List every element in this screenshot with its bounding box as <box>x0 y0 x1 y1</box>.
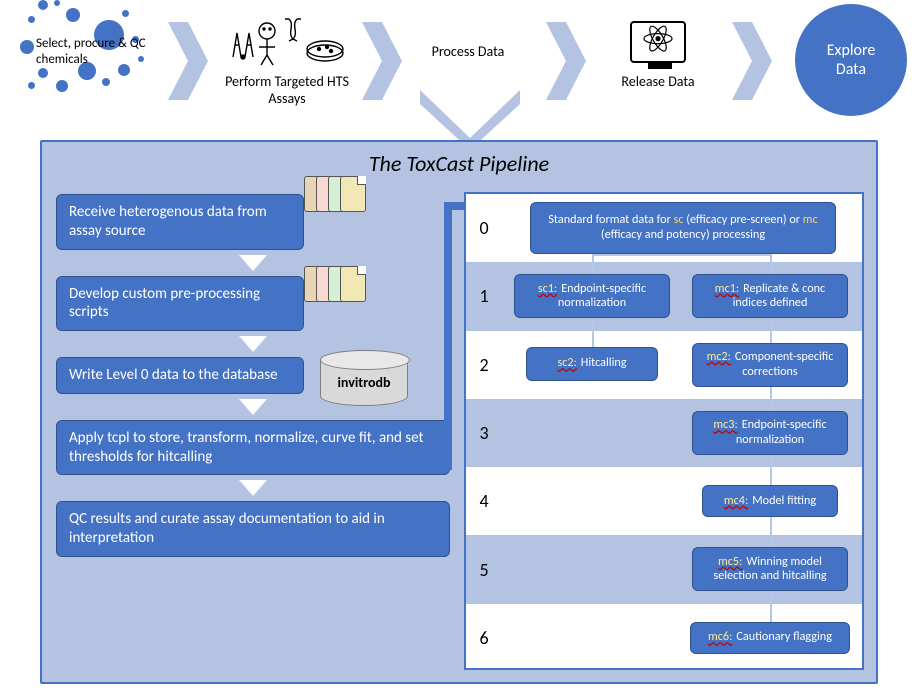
stage-3-label: Process Data <box>408 44 528 61</box>
lab-icon <box>212 12 362 70</box>
l0-text-c: (efficacy and potency) processing <box>601 227 765 242</box>
down-arrow-icon <box>239 399 267 415</box>
level-number: 1 <box>466 262 502 330</box>
stage-4-label: Release Data <box>598 74 718 91</box>
level-number: 0 <box>466 194 502 262</box>
l0-text-b: (efficacy pre-screen) or <box>684 212 803 227</box>
node-mc4: mc4:Model fitting <box>702 485 838 517</box>
table-row: 3 mc3:Endpoint-specific normalization <box>466 399 862 467</box>
level-number: 2 <box>466 331 502 399</box>
db-label: invitrodb <box>320 374 408 391</box>
table-row: 1 sc1:Endpoint-specific normalization mc… <box>466 262 862 330</box>
level-number: 6 <box>466 604 502 672</box>
l0-sc: sc <box>674 212 684 227</box>
levels-table: 0 Standard format data for sc (efficacy … <box>464 192 864 670</box>
node-mc5: mc5:Winning model selection and hitcalli… <box>692 547 848 591</box>
node-sc1: sc1:Endpoint-specific normalization <box>514 274 670 318</box>
node-level0: Standard format data for sc (efficacy pr… <box>530 202 836 254</box>
l0-text-a: Standard format data for <box>548 212 673 227</box>
documents-icon <box>304 266 366 302</box>
down-arrow-icon <box>239 336 267 352</box>
level-number: 4 <box>466 467 502 535</box>
step-apply-tcpl: Apply tcpl to store, transform, normaliz… <box>56 420 450 476</box>
chevron-icon <box>546 22 586 100</box>
level-number: 5 <box>466 535 502 603</box>
stage-explore-data: Explore Data <box>795 4 907 116</box>
stage-process-data: Process Data <box>408 44 528 61</box>
level-number: 3 <box>466 399 502 467</box>
stage-release-data: Release Data <box>598 14 718 91</box>
stage-2-label: Perform Targeted HTS Assays <box>212 74 362 108</box>
down-arrow-icon <box>239 480 267 496</box>
node-mc3: mc3:Endpoint-specific normalization <box>692 411 848 455</box>
table-row: 6 mc6:Cautionary flagging <box>466 604 862 672</box>
table-row: 0 Standard format data for sc (efficacy … <box>466 194 862 262</box>
stage-1-label: Select, procure & QC chemicals <box>36 36 150 67</box>
explore-label-2: Data <box>836 60 866 79</box>
stage-hts-assays: Perform Targeted HTS Assays <box>212 12 362 108</box>
table-row: 5 mc5:Winning model selection and hitcal… <box>466 535 862 603</box>
connector <box>444 202 466 210</box>
table-row: 2 sc2:Hitcalling mc2:Component-specific … <box>466 331 862 399</box>
stage-select-chemicals: Select, procure & QC chemicals <box>0 0 170 99</box>
step-write-level0: Write Level 0 data to the database <box>56 357 304 394</box>
node-mc2: mc2:Component-specific corrections <box>692 343 848 387</box>
explore-label-1: Explore <box>827 41 876 60</box>
node-mc6: mc6:Cautionary flagging <box>690 622 850 654</box>
step-qc-curate: QC results and curate assay documentatio… <box>56 501 450 557</box>
chevron-icon <box>168 22 208 100</box>
chevron-icon <box>732 22 772 100</box>
monitor-atom-icon <box>598 14 718 70</box>
down-arrow-icon <box>239 255 267 271</box>
step-preprocessing: Develop custom pre-processing scripts <box>56 276 304 332</box>
connector <box>444 204 452 470</box>
table-row: 4 mc4:Model fitting <box>466 467 862 535</box>
molecule-cluster-icon: Select, procure & QC chemicals <box>0 0 170 95</box>
node-mc1: mc1:Replicate & conc indices defined <box>692 274 848 318</box>
database-icon: invitrodb <box>320 350 408 406</box>
panel-title: The ToxCast Pipeline <box>52 150 866 177</box>
node-sc2: sc2:Hitcalling <box>526 347 658 381</box>
chevron-icon <box>362 22 402 100</box>
l0-mc: mc <box>803 212 818 227</box>
step-receive-data: Receive heterogenous data from assay sou… <box>56 194 304 250</box>
toxcast-pipeline-panel: The ToxCast Pipeline Receive heterogenou… <box>40 140 878 684</box>
documents-icon <box>304 176 366 212</box>
